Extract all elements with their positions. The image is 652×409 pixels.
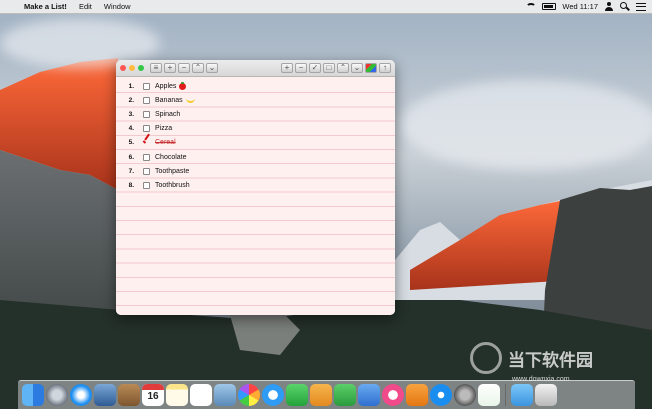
messages-dock-icon[interactable] xyxy=(262,384,284,406)
edit-menu[interactable]: Edit xyxy=(73,0,98,14)
numbers-dock-icon[interactable] xyxy=(334,384,356,406)
list-item[interactable]: 5. Cereal xyxy=(116,136,176,150)
window-titlebar: ≡ + − ⌃ ⌄ + − ✓ □ ⌃ ⌄ ↑ xyxy=(116,60,395,77)
status-area: Wed 11:17 xyxy=(526,2,652,11)
item-checkbox[interactable] xyxy=(143,82,150,90)
share-icon[interactable]: ↑ xyxy=(379,63,391,73)
close-window-button[interactable] xyxy=(120,65,126,71)
item-text[interactable]: Toothpaste xyxy=(155,168,189,175)
minimize-window-button[interactable] xyxy=(129,65,135,71)
menubar-clock[interactable]: Wed 11:17 xyxy=(562,2,598,11)
list-paper: 1. Apples 2. Bananas 3. Spinach 4. Pizza 5. Cerea… xyxy=(116,77,395,315)
trash-dock-icon[interactable] xyxy=(535,384,557,406)
item-checkbox[interactable] xyxy=(143,96,150,104)
reminders-dock-icon[interactable] xyxy=(190,384,212,406)
uncheck-item-button[interactable]: □ xyxy=(323,63,335,73)
item-number: 5. xyxy=(128,139,134,147)
calendar-dock-icon[interactable]: 16 xyxy=(142,384,164,406)
dock: 16 xyxy=(18,380,635,409)
watermark-text: 当下软件园 xyxy=(508,350,593,370)
notes-dock-icon[interactable] xyxy=(166,384,188,406)
site-watermark: 当下软件园 xyxy=(470,342,593,374)
contacts-dock-icon[interactable] xyxy=(118,384,140,406)
make-a-list-dock-icon[interactable] xyxy=(478,384,500,406)
remove-list-button[interactable]: − xyxy=(178,63,190,73)
system-preferences-dock-icon[interactable] xyxy=(454,384,476,406)
item-text[interactable]: Bananas xyxy=(155,97,183,104)
item-number: 6. xyxy=(128,153,134,161)
move-list-down-button[interactable]: ⌄ xyxy=(206,63,218,73)
item-checkbox[interactable] xyxy=(143,110,150,118)
app-store-dock-icon[interactable] xyxy=(430,384,452,406)
finder-dock-icon[interactable] xyxy=(22,384,44,406)
item-text[interactable]: Cereal xyxy=(155,139,176,146)
list-item[interactable]: 8. Toothbrush xyxy=(116,178,190,192)
list-item[interactable]: 6. Chocolate xyxy=(116,150,187,164)
mail-stamp-dock-icon[interactable] xyxy=(94,384,116,406)
preview-dock-icon[interactable] xyxy=(214,384,236,406)
window-menu[interactable]: Window xyxy=(98,0,137,14)
make-a-list-window: ≡ + − ⌃ ⌄ + − ✓ □ ⌃ ⌄ ↑ 1. Apples 2. Banana… xyxy=(116,60,395,315)
item-text[interactable]: Apples xyxy=(155,83,176,90)
check-item-button[interactable]: ✓ xyxy=(309,63,321,73)
item-number: 4. xyxy=(128,125,134,133)
list-item[interactable]: 1. Apples xyxy=(116,79,187,93)
calendar-header xyxy=(142,384,164,390)
checkmark-icon[interactable] xyxy=(143,138,150,147)
item-number: 8. xyxy=(128,181,134,189)
user-icon[interactable] xyxy=(604,2,614,11)
move-list-up-button[interactable]: ⌃ xyxy=(192,63,204,73)
item-number: 3. xyxy=(128,110,134,118)
list-item[interactable]: 3. Spinach xyxy=(116,107,180,121)
item-text[interactable]: Spinach xyxy=(155,111,180,118)
item-text[interactable]: Chocolate xyxy=(155,154,187,161)
item-number: 2. xyxy=(128,96,134,104)
move-item-up-button[interactable]: ⌃ xyxy=(337,63,349,73)
item-checkbox[interactable] xyxy=(143,167,150,175)
item-text[interactable]: Pizza xyxy=(155,125,172,132)
banana-icon xyxy=(185,98,195,103)
spotlight-search-icon[interactable] xyxy=(620,2,630,11)
menu-bar: Make a List! Edit Window Wed 11:17 xyxy=(0,0,652,14)
facetime-dock-icon[interactable] xyxy=(286,384,308,406)
item-number: 1. xyxy=(128,82,134,90)
dock-separator xyxy=(505,384,506,406)
item-checkbox[interactable] xyxy=(143,181,150,189)
calendar-day: 16 xyxy=(147,391,159,402)
app-menu[interactable]: Make a List! xyxy=(18,0,73,14)
color-icon[interactable] xyxy=(365,63,377,73)
item-toolbar: + − ✓ □ ⌃ ⌄ ↑ xyxy=(279,63,391,73)
add-list-button[interactable]: + xyxy=(164,63,176,73)
itunes-dock-icon[interactable] xyxy=(382,384,404,406)
watermark-logo-icon xyxy=(470,342,502,374)
move-item-down-button[interactable]: ⌄ xyxy=(351,63,363,73)
keynote-dock-icon[interactable] xyxy=(358,384,380,406)
item-text[interactable]: Toothbrush xyxy=(155,182,190,189)
remove-item-button[interactable]: − xyxy=(295,63,307,73)
list-view-icon[interactable]: ≡ xyxy=(150,63,162,73)
zoom-window-button[interactable] xyxy=(138,65,144,71)
photos-dock-icon[interactable] xyxy=(238,384,260,406)
item-checkbox[interactable] xyxy=(143,125,150,133)
item-number: 7. xyxy=(128,167,134,175)
notification-center-icon[interactable] xyxy=(636,2,646,11)
item-checkbox[interactable] xyxy=(143,153,150,161)
battery-icon[interactable] xyxy=(542,3,557,10)
add-item-button[interactable]: + xyxy=(281,63,293,73)
tomato-icon xyxy=(179,81,187,90)
wifi-icon[interactable] xyxy=(526,2,537,11)
list-item[interactable]: 4. Pizza xyxy=(116,122,172,136)
list-item[interactable]: 2. Bananas xyxy=(116,93,195,107)
launchpad-dock-icon[interactable] xyxy=(46,384,68,406)
list-item[interactable]: 7. Toothpaste xyxy=(116,164,189,178)
downloads-folder-dock-icon[interactable] xyxy=(511,384,533,406)
pages-dock-icon[interactable] xyxy=(310,384,332,406)
safari-dock-icon[interactable] xyxy=(70,384,92,406)
ibooks-dock-icon[interactable] xyxy=(406,384,428,406)
